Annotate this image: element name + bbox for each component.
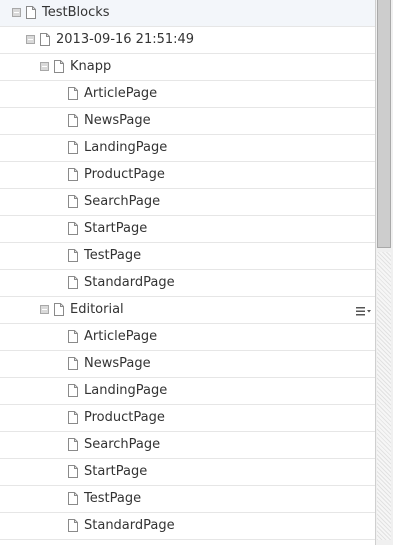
tree-node-label[interactable]: TestPage xyxy=(84,248,141,264)
page-icon xyxy=(68,465,78,478)
page-icon xyxy=(68,384,78,397)
page-icon xyxy=(68,195,78,208)
page-icon xyxy=(68,276,78,289)
tree-node-label[interactable]: ProductPage xyxy=(84,410,165,426)
page-icon xyxy=(68,141,78,154)
tree-node[interactable]: Editorial xyxy=(0,297,375,324)
page-icon xyxy=(68,249,78,262)
page-icon xyxy=(26,6,36,19)
tree-node[interactable]: TestPage xyxy=(0,243,375,270)
tree-node-label[interactable]: StandardPage xyxy=(84,518,175,534)
tree-node[interactable]: StartPage xyxy=(0,216,375,243)
tree-node-label[interactable]: StartPage xyxy=(84,464,147,480)
tree-node-label[interactable]: NewsPage xyxy=(84,113,151,129)
page-icon xyxy=(40,33,50,46)
tree-node[interactable]: ProductPage xyxy=(0,405,375,432)
tree-node[interactable]: ArticlePage xyxy=(0,324,375,351)
collapse-toggle-icon[interactable] xyxy=(26,35,35,44)
tree-node-label[interactable]: NewsPage xyxy=(84,356,151,372)
tree-node-label[interactable]: Editorial xyxy=(70,302,124,318)
tree-node-label[interactable]: ArticlePage xyxy=(84,329,157,345)
page-icon xyxy=(68,222,78,235)
tree-node-label[interactable]: TestBlocks xyxy=(42,5,110,21)
tree-node[interactable]: ArticlePage xyxy=(0,81,375,108)
tree-node[interactable]: NewsPage xyxy=(0,351,375,378)
page-icon xyxy=(68,357,78,370)
tree-node-label[interactable]: ProductPage xyxy=(84,167,165,183)
tree-node[interactable]: StandardPage xyxy=(0,513,375,540)
tree-node[interactable]: StandardPage xyxy=(0,270,375,297)
tree-node[interactable]: SearchPage xyxy=(0,432,375,459)
context-menu-icon[interactable] xyxy=(356,305,373,316)
tree-node[interactable]: LandingPage xyxy=(0,378,375,405)
tree-node[interactable]: LandingPage xyxy=(0,135,375,162)
collapse-toggle-icon[interactable] xyxy=(40,305,49,314)
tree-node[interactable]: 2013-09-16 21:51:49 xyxy=(0,27,375,54)
page-icon xyxy=(54,60,64,73)
scrollbar-track[interactable] xyxy=(377,252,391,540)
tree-node-label[interactable]: SearchPage xyxy=(84,437,160,453)
tree-node[interactable]: ProductPage xyxy=(0,162,375,189)
tree-node[interactable]: TestBlocks xyxy=(0,0,375,27)
tree-node[interactable]: StartPage xyxy=(0,459,375,486)
tree-node-label[interactable]: StartPage xyxy=(84,221,147,237)
page-icon xyxy=(68,438,78,451)
tree-node[interactable]: TestPage xyxy=(0,486,375,513)
page-icon xyxy=(68,114,78,127)
tree-node-label[interactable]: 2013-09-16 21:51:49 xyxy=(56,32,194,48)
page-icon xyxy=(68,168,78,181)
tree-node-label[interactable]: LandingPage xyxy=(84,140,167,156)
tree-node-label[interactable]: Knapp xyxy=(70,59,111,75)
page-icon xyxy=(68,411,78,424)
page-icon xyxy=(68,519,78,532)
tree-node-label[interactable]: LandingPage xyxy=(84,383,167,399)
page-icon xyxy=(54,303,64,316)
tree-node[interactable]: SearchPage xyxy=(0,189,375,216)
collapse-toggle-icon[interactable] xyxy=(40,62,49,71)
tree-node[interactable]: NewsPage xyxy=(0,108,375,135)
page-icon xyxy=(68,492,78,505)
tree-node-label[interactable]: ArticlePage xyxy=(84,86,157,102)
vertical-scrollbar[interactable] xyxy=(375,0,393,545)
page-icon xyxy=(68,87,78,100)
tree-node-label[interactable]: StandardPage xyxy=(84,275,175,291)
page-tree: TestBlocks 2013-09-16 21:51:49 Knapp Articl… xyxy=(0,0,375,545)
tree-node-label[interactable]: SearchPage xyxy=(84,194,160,210)
collapse-toggle-icon[interactable] xyxy=(12,8,21,17)
scrollbar-thumb[interactable] xyxy=(377,0,391,248)
tree-node-label[interactable]: TestPage xyxy=(84,491,141,507)
page-icon xyxy=(68,330,78,343)
tree-node[interactable]: Knapp xyxy=(0,54,375,81)
